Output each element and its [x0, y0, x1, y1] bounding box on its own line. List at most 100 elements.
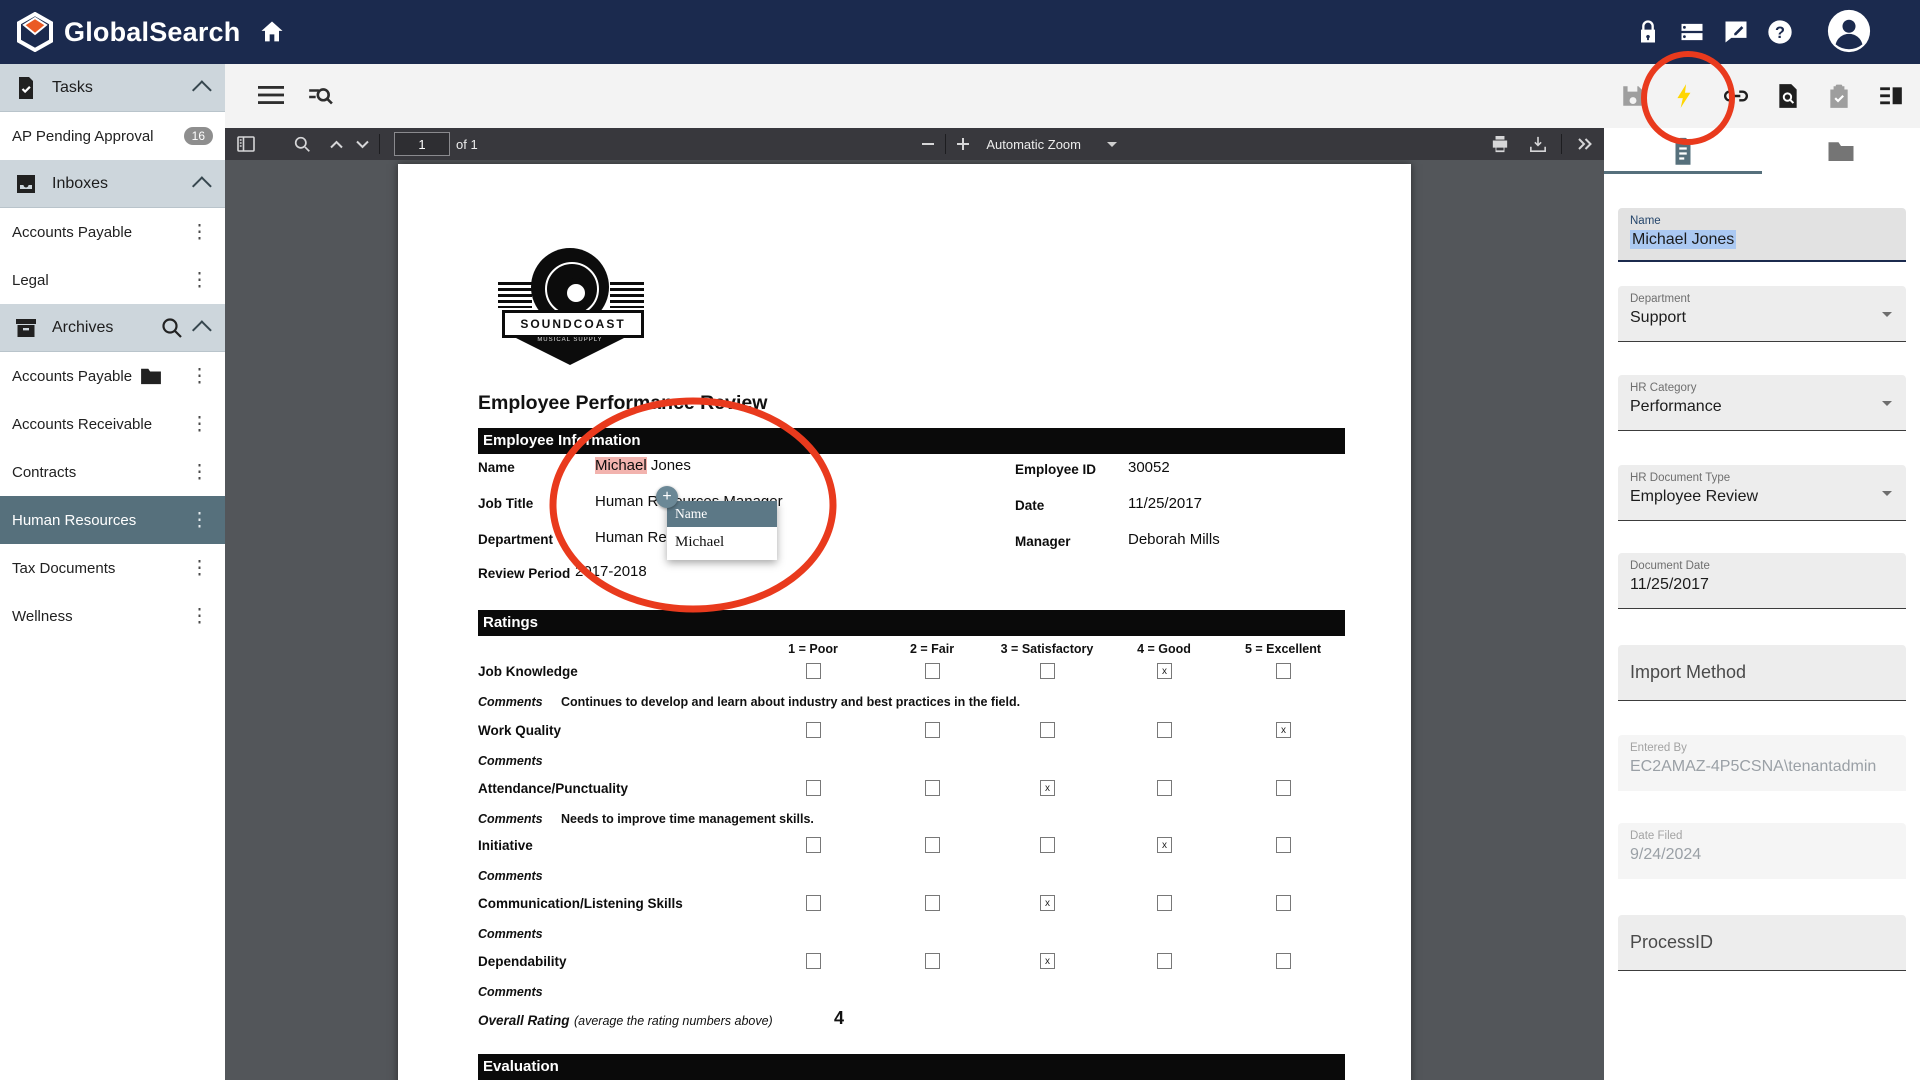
rating-checkbox[interactable]: [806, 663, 821, 679]
rating-checkbox[interactable]: [1040, 722, 1055, 738]
sidebar-item-accounts-payable[interactable]: Accounts Payable⋮: [0, 352, 225, 400]
home-icon[interactable]: [258, 18, 286, 46]
kebab-menu-icon[interactable]: ⋮: [186, 607, 213, 626]
rating-checkbox[interactable]: x: [1040, 953, 1055, 969]
double-chevron-icon[interactable]: [1572, 131, 1598, 157]
search-icon[interactable]: [161, 317, 183, 339]
sidebar-section-tasks[interactable]: Tasks: [0, 64, 225, 112]
kebab-menu-icon[interactable]: ⋮: [186, 559, 213, 578]
page-number-input[interactable]: [394, 132, 450, 156]
field-value[interactable]: Employee Review: [1630, 488, 1894, 506]
chevron-down-icon[interactable]: [1882, 401, 1892, 406]
sidebar-item-accounts-payable[interactable]: Accounts Payable⋮: [0, 208, 225, 256]
chevron-down-icon[interactable]: [1882, 491, 1892, 496]
field-popup[interactable]: Name Michael: [667, 501, 777, 560]
sidebar-item-contracts[interactable]: Contracts⋮: [0, 448, 225, 496]
field-import-method[interactable]: Import Method: [1618, 645, 1906, 701]
storage-icon[interactable]: [1678, 18, 1706, 46]
chevron-up-icon[interactable]: [192, 80, 212, 100]
field-value[interactable]: Performance: [1630, 398, 1894, 416]
field-value[interactable]: Michael Jones: [1630, 231, 1894, 249]
kebab-menu-icon[interactable]: ⋮: [186, 271, 213, 290]
kebab-menu-icon[interactable]: ⋮: [186, 223, 213, 242]
sidebar-item-tax-documents[interactable]: Tax Documents⋮: [0, 544, 225, 592]
sidebar-item-legal[interactable]: Legal⋮: [0, 256, 225, 304]
rating-checkbox[interactable]: x: [1157, 837, 1172, 853]
sidebar-section-archives[interactable]: Archives: [0, 304, 225, 352]
help-icon[interactable]: ?: [1766, 18, 1794, 46]
chevron-down-icon[interactable]: [349, 131, 375, 157]
lock-icon[interactable]: [1634, 18, 1662, 46]
rating-checkbox[interactable]: [925, 780, 940, 796]
rating-checkbox[interactable]: [1276, 663, 1291, 679]
print-icon[interactable]: [1487, 131, 1513, 157]
brand-logo[interactable]: GlobalSearch: [16, 12, 240, 52]
panel-layout-icon[interactable]: [1878, 83, 1904, 109]
zoom-out-icon[interactable]: [915, 131, 941, 157]
rating-checkbox[interactable]: [925, 722, 940, 738]
index-fields-tab[interactable]: [1668, 136, 1698, 166]
folder-icon[interactable]: [140, 367, 162, 385]
sidebar-toggle-icon[interactable]: [233, 131, 259, 157]
rating-checkbox[interactable]: [806, 837, 821, 853]
field-document-date[interactable]: Document Date11/25/2017: [1618, 553, 1906, 609]
rating-checkbox[interactable]: [1276, 780, 1291, 796]
find-icon[interactable]: [289, 131, 315, 157]
zoom-in-icon[interactable]: [950, 131, 976, 157]
rating-checkbox[interactable]: [925, 663, 940, 679]
rating-checkbox[interactable]: [1040, 663, 1055, 679]
kebab-menu-icon[interactable]: ⋮: [186, 511, 213, 530]
rating-checkbox[interactable]: [806, 953, 821, 969]
rating-checkbox[interactable]: [925, 953, 940, 969]
field-department[interactable]: DepartmentSupport: [1618, 286, 1906, 342]
rating-checkbox[interactable]: [1157, 722, 1172, 738]
sidebar-item-human-resources[interactable]: Human Resources⋮: [0, 496, 225, 544]
chevron-up-icon[interactable]: [323, 131, 349, 157]
avatar[interactable]: [1826, 8, 1872, 54]
chevron-up-icon[interactable]: [192, 320, 212, 340]
rating-checkbox[interactable]: x: [1040, 895, 1055, 911]
rating-checkbox[interactable]: x: [1276, 722, 1291, 738]
rating-checkbox[interactable]: [1040, 837, 1055, 853]
chevron-down-icon[interactable]: [1882, 312, 1892, 317]
chevron-up-icon[interactable]: [192, 176, 212, 196]
rating-checkbox[interactable]: [925, 837, 940, 853]
rating-checkbox[interactable]: x: [1040, 780, 1055, 796]
field-value[interactable]: 11/25/2017: [1630, 576, 1894, 594]
folder-tab[interactable]: [1826, 136, 1856, 166]
field-popup-value[interactable]: Michael: [667, 527, 777, 560]
document-viewer[interactable]: MUSICAL SUPPLY SOUNDCOAST Employee Perfo…: [225, 160, 1604, 1080]
clipboard-check-icon[interactable]: [1826, 83, 1852, 109]
rating-checkbox[interactable]: [925, 895, 940, 911]
field-popup-header[interactable]: Name: [667, 501, 777, 527]
rating-checkbox[interactable]: [1276, 953, 1291, 969]
rating-checkbox[interactable]: x: [1157, 663, 1172, 679]
field-name[interactable]: NameMichael Jones: [1618, 208, 1906, 262]
link-icon[interactable]: [1723, 83, 1749, 109]
rating-checkbox[interactable]: [1157, 780, 1172, 796]
rating-checkbox[interactable]: [1157, 895, 1172, 911]
sidebar-item-accounts-receivable[interactable]: Accounts Receivable⋮: [0, 400, 225, 448]
field-processid[interactable]: ProcessID: [1618, 915, 1906, 971]
hamburger-menu-icon[interactable]: [258, 86, 284, 106]
field-hr-category[interactable]: HR CategoryPerformance: [1618, 375, 1906, 431]
lightning-icon[interactable]: [1672, 83, 1698, 109]
sidebar-item-wellness[interactable]: Wellness⋮: [0, 592, 225, 640]
rating-checkbox[interactable]: [1276, 895, 1291, 911]
rating-checkbox[interactable]: [1157, 953, 1172, 969]
feedback-icon[interactable]: [1722, 18, 1750, 46]
filter-search-icon[interactable]: [307, 84, 333, 108]
add-field-button[interactable]: +: [656, 486, 678, 508]
rating-checkbox[interactable]: [1276, 837, 1291, 853]
sidebar-section-inboxes[interactable]: Inboxes: [0, 160, 225, 208]
kebab-menu-icon[interactable]: ⋮: [186, 415, 213, 434]
download-icon[interactable]: [1525, 131, 1551, 157]
document-search-icon[interactable]: [1775, 83, 1801, 109]
save-icon[interactable]: [1620, 83, 1646, 109]
rating-checkbox[interactable]: [806, 722, 821, 738]
rating-checkbox[interactable]: [806, 895, 821, 911]
kebab-menu-icon[interactable]: ⋮: [186, 367, 213, 386]
kebab-menu-icon[interactable]: ⋮: [186, 463, 213, 482]
rating-checkbox[interactable]: [806, 780, 821, 796]
zoom-select[interactable]: Automatic Zoom: [976, 137, 1127, 152]
